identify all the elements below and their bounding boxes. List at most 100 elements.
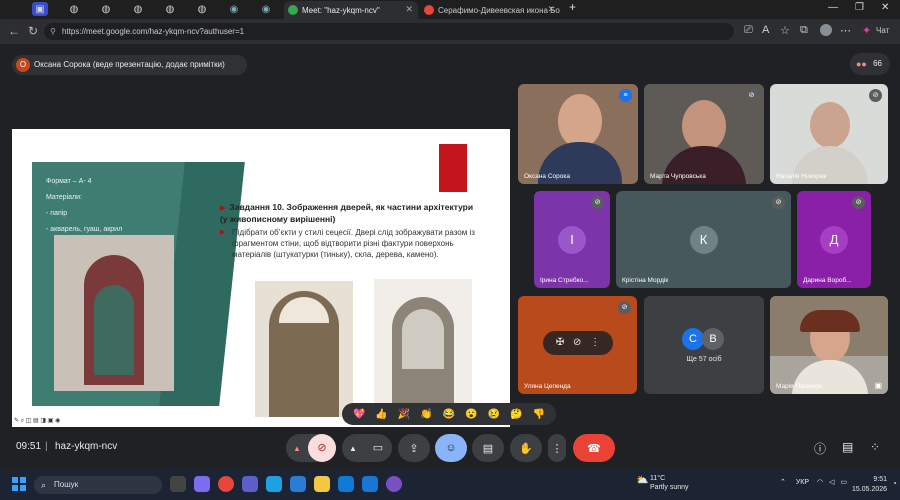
chat-icon[interactable]: ▤: [842, 440, 853, 454]
file-explorer-icon[interactable]: [314, 476, 330, 492]
chat-label[interactable]: Чат: [876, 26, 889, 35]
taskbar-clock[interactable]: 9:51 15.05.2026: [852, 475, 887, 495]
globe-icon[interactable]: ◍: [162, 2, 178, 16]
word-icon[interactable]: [290, 476, 306, 492]
collections-icon[interactable]: ⧉: [800, 24, 808, 37]
participant-tile[interactable]: ⊘ Марта Чупровська: [644, 84, 764, 184]
camera-options-chevron-icon[interactable]: ▲: [349, 444, 357, 453]
close-icon[interactable]: ✕: [547, 4, 555, 15]
taskbar-search[interactable]: ⌕ Пошук: [34, 476, 162, 494]
wifi-icon[interactable]: ◠: [817, 479, 823, 486]
edge-app-icon[interactable]: [266, 476, 282, 492]
cast-icon[interactable]: ⎚: [744, 24, 753, 37]
store-icon[interactable]: [338, 476, 354, 492]
participant-tile[interactable]: К ⊘ Крістіна Мордік: [616, 191, 791, 288]
reaction-clap-icon[interactable]: 👏: [420, 409, 432, 420]
leave-call-button[interactable]: ☎: [573, 434, 615, 462]
reaction-sad-icon[interactable]: 😢: [488, 409, 500, 420]
notifications-icon[interactable]: ◔: [892, 479, 897, 488]
mic-off-button[interactable]: ⊘: [308, 434, 336, 462]
copilot-icon[interactable]: ✦: [862, 24, 871, 37]
more-menu-icon[interactable]: ⋯: [840, 24, 851, 37]
reaction-thumbs-down-icon[interactable]: 👎: [532, 409, 544, 420]
globe-icon[interactable]: ◍: [98, 2, 114, 16]
url-field[interactable]: ⚲ https://meet.google.com/haz-ykqm-ncv?a…: [44, 23, 734, 40]
weather-widget[interactable]: ⛅ 11°C Partly sunny: [636, 474, 689, 492]
participant-tile[interactable]: ✠ ⊘ ⋮ ⊘ Уляна Цепенда: [518, 296, 637, 394]
participants-button[interactable]: ●● 66: [850, 53, 890, 75]
back-icon[interactable]: ←: [8, 24, 20, 38]
site-info-icon[interactable]: ⚲: [50, 23, 56, 40]
present-screen-button[interactable]: ⇪: [398, 434, 430, 462]
tray-chevron-icon[interactable]: ⌃: [780, 479, 786, 486]
close-icon[interactable]: ✕: [405, 4, 413, 15]
camera-button[interactable]: ▭: [364, 434, 392, 462]
globe-icon[interactable]: ◍: [130, 2, 146, 16]
door-glass: [94, 285, 134, 375]
reload-icon[interactable]: ↻: [28, 24, 38, 38]
participant-video: [682, 100, 726, 152]
copilot-app-icon[interactable]: [194, 476, 210, 492]
reaction-laugh-icon[interactable]: 😂: [443, 409, 455, 420]
favorite-star-icon[interactable]: ☆: [780, 24, 790, 37]
tile-options-icon[interactable]: ▣: [874, 381, 882, 390]
pin-icon[interactable]: ✠: [556, 337, 564, 348]
address-bar-row: ← ↻ ⚲ https://meet.google.com/haz-ykqm-n…: [0, 19, 900, 44]
tile-actions[interactable]: ✠ ⊘ ⋮: [543, 331, 613, 355]
outlook-icon[interactable]: [362, 476, 378, 492]
arrow-icon: ▶: [220, 205, 226, 212]
mic-options-chevron-icon[interactable]: ▲: [293, 444, 301, 453]
read-aloud-icon[interactable]: A: [762, 24, 769, 36]
mute-participant-icon[interactable]: ⊘: [573, 337, 581, 348]
mic-control: ▲ ⊘: [286, 434, 336, 462]
participant-avatar: К: [689, 225, 718, 254]
windows-taskbar: ⌕ Пошук ⛅ 11°C Partly sunny ⌃ УКР ◠ ◁ ▭ …: [0, 469, 900, 500]
edge-icon[interactable]: ◉: [226, 2, 242, 16]
mic-off-icon: ⊘: [591, 196, 604, 209]
slide-toolbar[interactable]: ✎ ⌕ ◫ ▤ ◨ ▣ ◉: [14, 417, 60, 425]
maximize-button[interactable]: ❐: [855, 2, 864, 13]
reaction-heart-icon[interactable]: 💖: [353, 409, 365, 420]
participant-count: 66: [873, 59, 882, 68]
language-indicator[interactable]: УКР: [796, 479, 809, 486]
reaction-party-icon[interactable]: 🎉: [398, 409, 410, 420]
viber-icon[interactable]: [386, 476, 402, 492]
reaction-thumbs-up-icon[interactable]: 👍: [375, 409, 387, 420]
close-window-button[interactable]: ✕: [881, 2, 889, 13]
globe-icon[interactable]: ◍: [66, 2, 82, 16]
meeting-info-icon[interactable]: ⓘ: [814, 440, 826, 457]
participant-name: Крістіна Мордік: [622, 277, 669, 284]
globe-icon[interactable]: ◍: [194, 2, 210, 16]
reactions-button[interactable]: ☺: [435, 434, 467, 462]
chrome-icon[interactable]: [218, 476, 234, 492]
door-glass: [402, 309, 444, 369]
slide-format-line: - акварель, гуаш, акрил: [46, 226, 123, 233]
edge-icon[interactable]: ◉: [258, 2, 274, 16]
task-description: ▶ Підібрати об’єкти у стилі сецесії. Двер…: [220, 228, 475, 259]
participant-tile[interactable]: І ⊘ Ірина Стребко...: [534, 191, 610, 288]
new-tab-button[interactable]: +: [569, 0, 576, 14]
start-button[interactable]: [12, 477, 26, 491]
activities-icon[interactable]: ⁘: [870, 440, 880, 454]
participant-tile[interactable]: Марія Пазинюк ▣: [770, 296, 888, 394]
minimize-button[interactable]: —: [828, 2, 838, 13]
profile-avatar[interactable]: [820, 24, 832, 36]
tile-more-icon[interactable]: ⋮: [590, 337, 600, 348]
tab-meet[interactable]: Meet: "haz-ykqm-ncv" ✕: [284, 1, 418, 19]
teams-icon[interactable]: [242, 476, 258, 492]
task-view-icon[interactable]: [170, 476, 186, 492]
tab-icon-page[interactable]: Серафимо-Дивеевская икона Бож... ✕: [420, 1, 560, 19]
battery-icon[interactable]: ▭: [840, 479, 847, 486]
more-participants-tile[interactable]: С В Ще 57 осіб: [644, 296, 764, 394]
volume-icon[interactable]: ◁: [829, 479, 834, 486]
more-options-button[interactable]: ⋮: [548, 434, 566, 462]
reaction-surprised-icon[interactable]: 😮: [465, 409, 477, 420]
participant-tile[interactable]: Д ⊘ Дарина Вороб...: [797, 191, 871, 288]
captions-button[interactable]: ▤: [472, 434, 504, 462]
participant-name: Наталія Никорак: [776, 173, 827, 180]
reaction-thinking-icon[interactable]: 🤔: [510, 409, 522, 420]
app-icon[interactable]: ▣: [32, 2, 48, 16]
participant-tile[interactable]: ≡ Оксана Сорока: [518, 84, 638, 184]
raise-hand-button[interactable]: ✋: [510, 434, 542, 462]
participant-tile[interactable]: ⊘ Наталія Никорак: [770, 84, 888, 184]
